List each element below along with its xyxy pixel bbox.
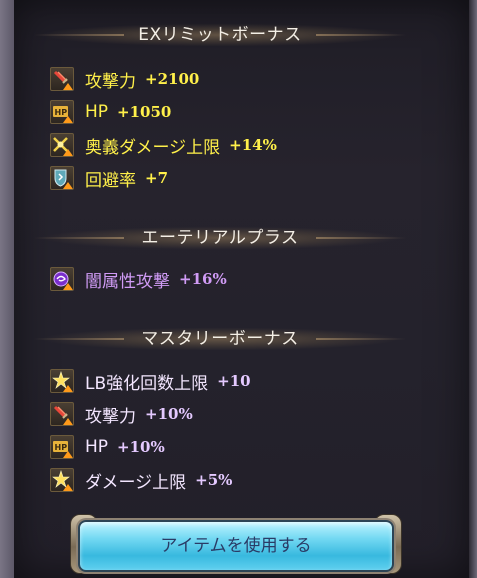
ex-limit-row-hp: HP HP +1050 <box>50 99 171 125</box>
bonus-label: 闇属性攻撃 <box>85 271 170 292</box>
bonus-value: +7 <box>145 169 169 187</box>
bonus-value: +2100 <box>145 70 200 88</box>
evasion-shield-icon <box>50 166 74 190</box>
bonus-value: +10 <box>217 372 251 390</box>
mastery-row-attack: 攻撃力 +10% <box>50 401 193 427</box>
scrollbar-track[interactable] <box>469 0 477 578</box>
dark-element-icon <box>50 267 74 291</box>
frame-left-edge <box>0 0 14 578</box>
mastery-row-damage-cap: ダメージ上限 +5% <box>50 467 232 493</box>
bonus-value: +14% <box>229 136 277 154</box>
bonus-value: +16% <box>179 270 227 288</box>
bonus-value: +5% <box>195 471 233 489</box>
mastery-row-lb-limit: LB強化回数上限 +10 <box>50 368 251 394</box>
bonus-label: 攻撃力 <box>85 71 136 92</box>
aetherial-header: エーテリアルプラス <box>34 225 406 251</box>
ex-limit-header: EXリミットボーナス <box>34 22 406 48</box>
bonus-value: +10% <box>117 438 165 456</box>
ex-limit-row-evasion: 回避率 +7 <box>50 165 168 191</box>
hp-icon: HP <box>50 100 74 124</box>
star-burst-icon <box>50 369 74 393</box>
bonus-label: HP <box>85 437 109 457</box>
bonus-label: 攻撃力 <box>85 406 136 427</box>
ex-limit-row-ougi-cap: 奥義ダメージ上限 +14% <box>50 132 277 158</box>
bonus-label: 回避率 <box>85 170 136 191</box>
mastery-header: マスタリーボーナス <box>34 326 406 352</box>
bonus-label: HP <box>85 102 109 122</box>
bonus-value: +10% <box>145 405 193 423</box>
attack-swords-icon <box>50 402 74 426</box>
bonus-label: 奥義ダメージ上限 <box>85 137 221 158</box>
aetherial-row-dark-attack: 闇属性攻撃 +16% <box>50 266 227 292</box>
bonus-value: +1050 <box>117 103 172 121</box>
attack-swords-icon <box>50 67 74 91</box>
ex-limit-row-attack: 攻撃力 +2100 <box>50 66 199 92</box>
use-item-button[interactable]: アイテムを使用する <box>78 520 394 572</box>
mastery-row-hp: HP HP +10% <box>50 434 165 460</box>
star-burst-icon <box>50 468 74 492</box>
hp-icon: HP <box>50 435 74 459</box>
ougi-cap-icon <box>50 133 74 157</box>
bonus-label: LB強化回数上限 <box>85 373 209 394</box>
bonus-label: ダメージ上限 <box>85 472 187 493</box>
